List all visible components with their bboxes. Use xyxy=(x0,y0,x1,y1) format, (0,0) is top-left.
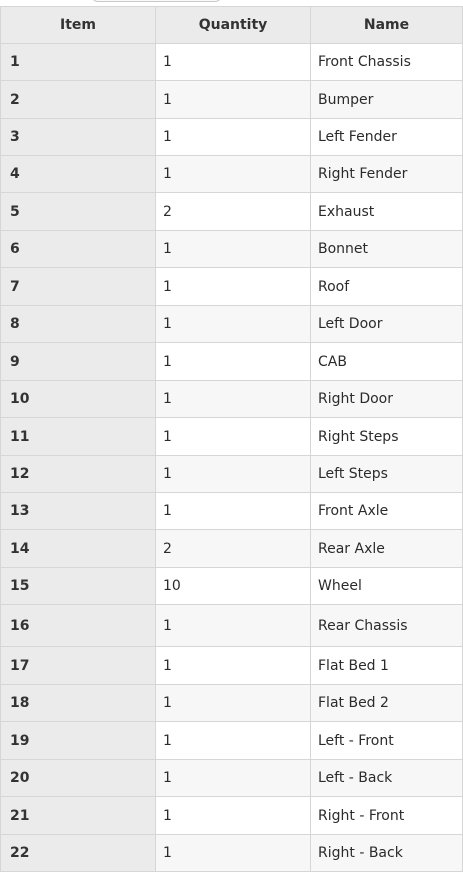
table-row[interactable]: 3 1 Left Fender xyxy=(0,119,463,156)
quantity-cell: 1 xyxy=(156,418,311,456)
name-cell: Rear Chassis xyxy=(311,605,463,647)
column-header-item[interactable]: Item xyxy=(0,6,156,44)
table-body: 1 1 Front Chassis 2 1 Bumper 3 1 Left Fender 4 1 Ri… xyxy=(0,44,463,872)
table-row[interactable]: 1 1 Front Chassis xyxy=(0,44,463,81)
name-cell: Left - Front xyxy=(311,722,463,760)
name-cell: Front Chassis xyxy=(311,44,463,81)
table-row[interactable]: 17 1 Flat Bed 1 xyxy=(0,647,463,685)
table-row[interactable]: 21 1 Right - Front xyxy=(0,797,463,835)
table-row[interactable]: 12 1 Left Steps xyxy=(0,456,463,493)
name-cell: Left Door xyxy=(311,306,463,343)
quantity-cell: 1 xyxy=(156,493,311,530)
name-cell: Flat Bed 1 xyxy=(311,647,463,685)
quantity-cell: 1 xyxy=(156,268,311,306)
quantity-cell: 1 xyxy=(156,760,311,797)
quantity-cell: 1 xyxy=(156,231,311,268)
table-row[interactable]: 11 1 Right Steps xyxy=(0,418,463,456)
column-header-name[interactable]: Name xyxy=(311,6,463,44)
table-row[interactable]: 5 2 Exhaust xyxy=(0,193,463,231)
quantity-cell: 1 xyxy=(156,119,311,156)
item-cell: 13 xyxy=(0,493,156,530)
item-cell: 15 xyxy=(0,568,156,605)
item-cell: 22 xyxy=(0,835,156,872)
name-cell: Left Fender xyxy=(311,119,463,156)
name-cell: Wheel xyxy=(311,568,463,605)
table-row[interactable]: 20 1 Left - Back xyxy=(0,760,463,797)
quantity-cell: 10 xyxy=(156,568,311,605)
toolbar-pill-control[interactable] xyxy=(91,0,222,2)
table-row[interactable]: 2 1 Bumper xyxy=(0,81,463,119)
quantity-cell: 1 xyxy=(156,722,311,760)
item-cell: 11 xyxy=(0,418,156,456)
bom-table: Item Quantity Name 1 1 Front Chassis 2 1 Bump… xyxy=(0,6,463,872)
name-cell: Right Fender xyxy=(311,156,463,193)
table-row[interactable]: 8 1 Left Door xyxy=(0,306,463,343)
table-row[interactable]: 9 1 CAB xyxy=(0,343,463,381)
item-cell: 5 xyxy=(0,193,156,231)
item-cell: 10 xyxy=(0,381,156,418)
table-row[interactable]: 10 1 Right Door xyxy=(0,381,463,418)
item-cell: 18 xyxy=(0,685,156,722)
table-row[interactable]: 15 10 Wheel xyxy=(0,568,463,605)
name-cell: Right Steps xyxy=(311,418,463,456)
table-row[interactable]: 6 1 Bonnet xyxy=(0,231,463,268)
item-cell: 9 xyxy=(0,343,156,381)
quantity-cell: 1 xyxy=(156,81,311,119)
table-header-row: Item Quantity Name xyxy=(0,6,463,44)
column-header-quantity[interactable]: Quantity xyxy=(156,6,311,44)
name-cell: Rear Axle xyxy=(311,530,463,568)
table-row[interactable]: 22 1 Right - Back xyxy=(0,835,463,872)
quantity-cell: 1 xyxy=(156,605,311,647)
item-cell: 3 xyxy=(0,119,156,156)
item-cell: 19 xyxy=(0,722,156,760)
quantity-cell: 1 xyxy=(156,156,311,193)
quantity-cell: 1 xyxy=(156,343,311,381)
name-cell: Right - Front xyxy=(311,797,463,835)
table-row[interactable]: 19 1 Left - Front xyxy=(0,722,463,760)
quantity-cell: 1 xyxy=(156,381,311,418)
quantity-cell: 1 xyxy=(156,306,311,343)
quantity-cell: 1 xyxy=(156,44,311,81)
item-cell: 1 xyxy=(0,44,156,81)
name-cell: Left Steps xyxy=(311,456,463,493)
item-cell: 2 xyxy=(0,81,156,119)
item-cell: 4 xyxy=(0,156,156,193)
item-cell: 17 xyxy=(0,647,156,685)
table-row[interactable]: 18 1 Flat Bed 2 xyxy=(0,685,463,722)
name-cell: Bumper xyxy=(311,81,463,119)
name-cell: Exhaust xyxy=(311,193,463,231)
table-row[interactable]: 16 1 Rear Chassis xyxy=(0,605,463,647)
name-cell: Flat Bed 2 xyxy=(311,685,463,722)
quantity-cell: 1 xyxy=(156,835,311,872)
table-row[interactable]: 7 1 Roof xyxy=(0,268,463,306)
table-row[interactable]: 13 1 Front Axle xyxy=(0,493,463,530)
table-row[interactable]: 4 1 Right Fender xyxy=(0,156,463,193)
name-cell: CAB xyxy=(311,343,463,381)
name-cell: Left - Back xyxy=(311,760,463,797)
item-cell: 20 xyxy=(0,760,156,797)
item-cell: 14 xyxy=(0,530,156,568)
item-cell: 12 xyxy=(0,456,156,493)
item-cell: 21 xyxy=(0,797,156,835)
item-cell: 16 xyxy=(0,605,156,647)
item-cell: 8 xyxy=(0,306,156,343)
table-row[interactable]: 14 2 Rear Axle xyxy=(0,530,463,568)
name-cell: Right Door xyxy=(311,381,463,418)
name-cell: Roof xyxy=(311,268,463,306)
quantity-cell: 1 xyxy=(156,456,311,493)
quantity-cell: 1 xyxy=(156,685,311,722)
name-cell: Right - Back xyxy=(311,835,463,872)
quantity-cell: 2 xyxy=(156,530,311,568)
name-cell: Bonnet xyxy=(311,231,463,268)
quantity-cell: 1 xyxy=(156,797,311,835)
quantity-cell: 1 xyxy=(156,647,311,685)
quantity-cell: 2 xyxy=(156,193,311,231)
item-cell: 6 xyxy=(0,231,156,268)
item-cell: 7 xyxy=(0,268,156,306)
name-cell: Front Axle xyxy=(311,493,463,530)
